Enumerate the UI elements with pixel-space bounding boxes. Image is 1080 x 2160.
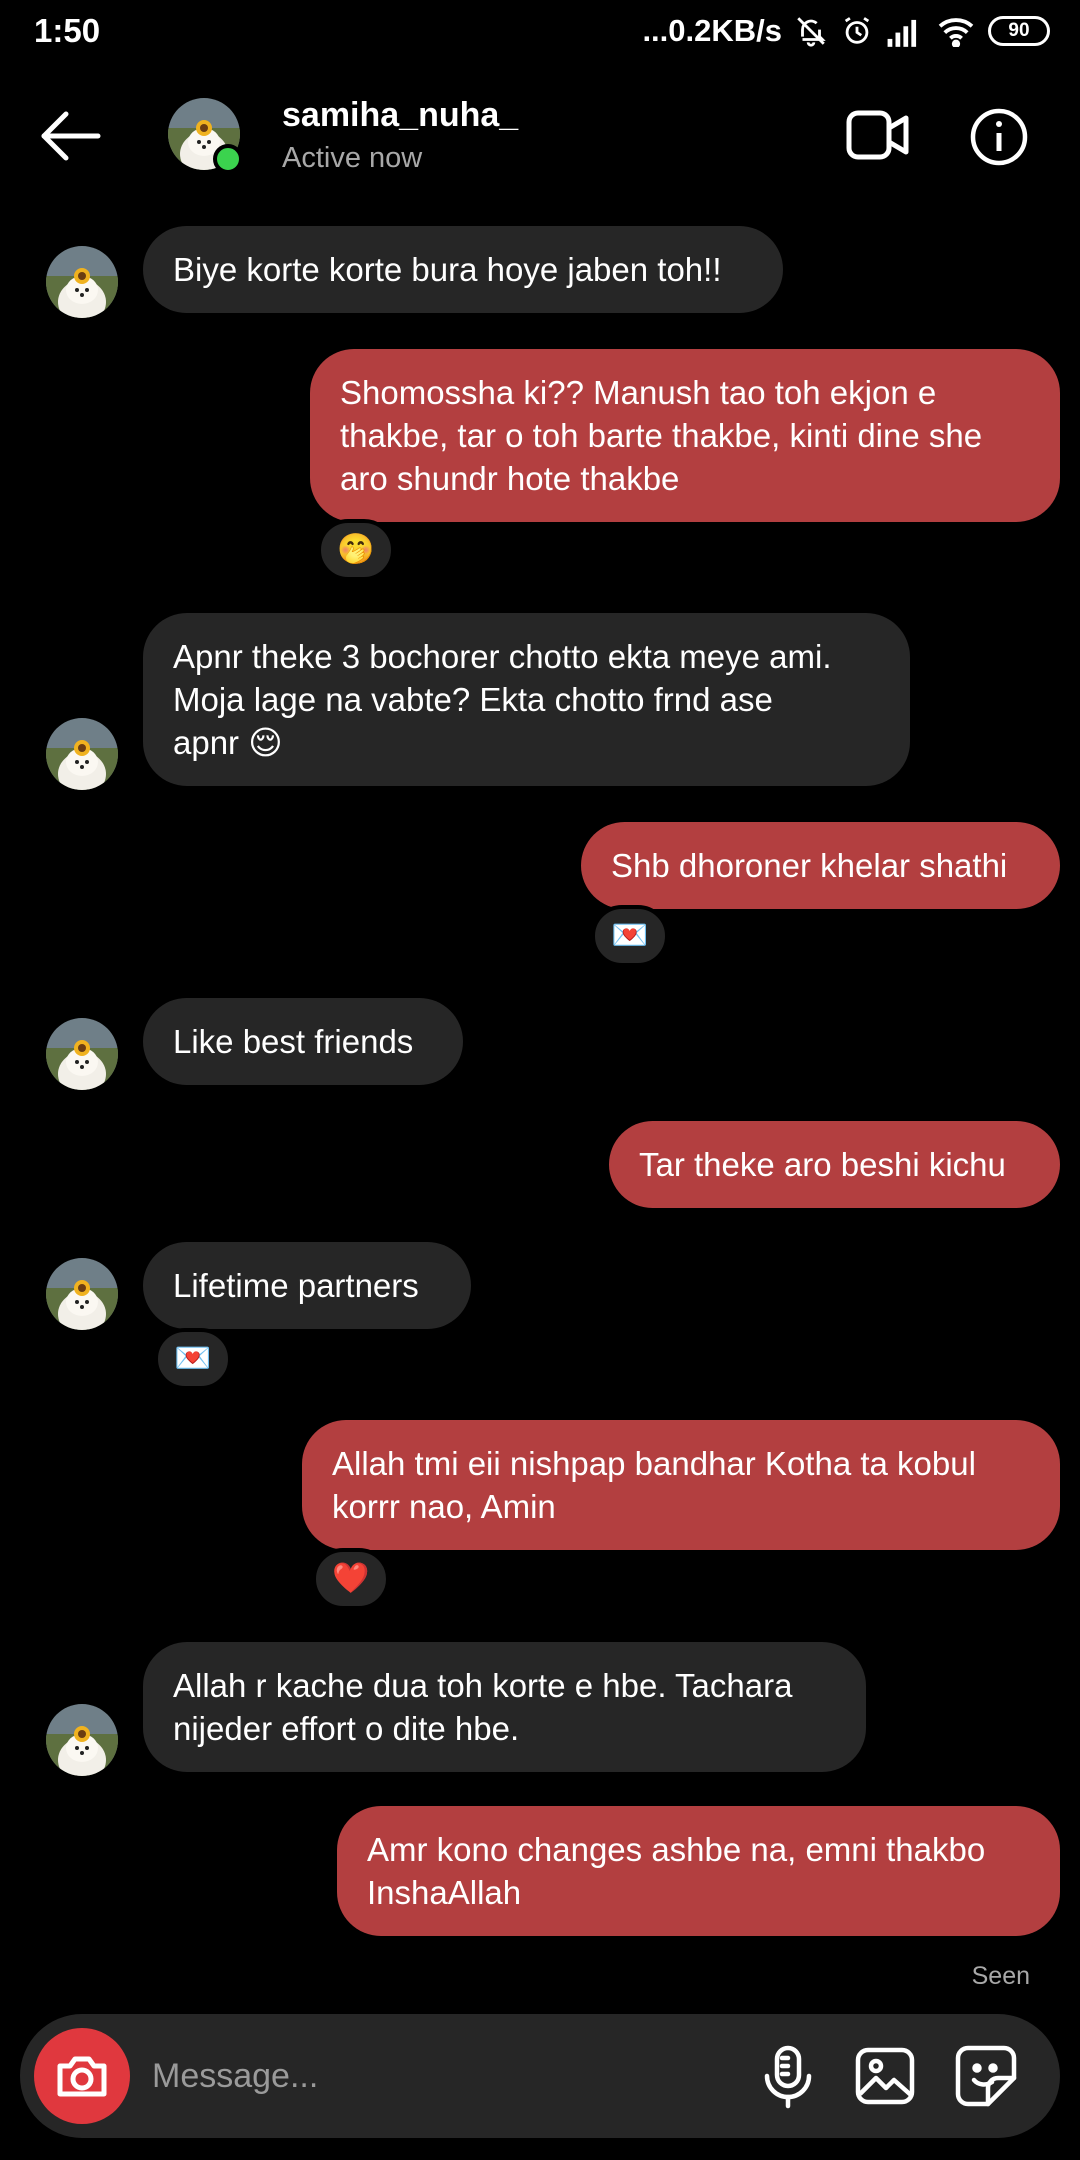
- message-reaction[interactable]: 💌: [591, 905, 669, 967]
- active-status: Active now: [282, 142, 423, 174]
- seen-receipt: Seen: [971, 1962, 1030, 1990]
- network-speed: ...0.2KB/s: [642, 13, 782, 48]
- sender-avatar[interactable]: [46, 718, 118, 790]
- message-text: apnr 😌: [173, 724, 283, 761]
- camera-button[interactable]: [34, 2028, 130, 2124]
- outgoing-message[interactable]: Shomossha ki?? Manush tao toh ekjon e th…: [310, 349, 1060, 522]
- microphone-icon[interactable]: [758, 2044, 818, 2110]
- message-reaction[interactable]: 🤭: [317, 519, 395, 581]
- sender-avatar[interactable]: [46, 1018, 118, 1090]
- battery-level: 90: [1008, 20, 1030, 41]
- contact-username[interactable]: samiha_nuha_: [282, 96, 518, 135]
- message-text: Allah tmi eii nishpap bandhar Kotha ta k…: [332, 1445, 976, 1482]
- video-call-icon[interactable]: [846, 109, 910, 161]
- message-text: korrr nao, Amin: [332, 1488, 556, 1525]
- online-indicator: [213, 144, 243, 174]
- message-text: Apnr theke 3 bochorer chotto ekta meye a…: [173, 638, 832, 675]
- reaction-emoji: ❤️: [332, 1562, 370, 1595]
- status-icons: ...0.2KB/s 90: [642, 10, 1050, 52]
- camera-icon: [57, 2056, 107, 2097]
- outgoing-message[interactable]: Allah tmi eii nishpap bandhar Kotha ta k…: [302, 1420, 1060, 1550]
- info-icon[interactable]: [970, 108, 1028, 166]
- message-input[interactable]: [152, 2044, 632, 2108]
- outgoing-message[interactable]: Amr kono changes ashbe na, emni thakbo I…: [337, 1806, 1060, 1936]
- battery-icon: 90: [988, 16, 1050, 46]
- message-text: Shb dhoroner khelar shathi: [611, 847, 1008, 884]
- reaction-emoji: 💌: [174, 1342, 212, 1375]
- outgoing-message[interactable]: Shb dhoroner khelar shathi: [581, 822, 1060, 909]
- mute-bell-icon: [794, 14, 828, 48]
- status-bar: 1:50 ...0.2KB/s 90: [0, 0, 1080, 62]
- message-text: Tar theke aro beshi kichu: [639, 1146, 1006, 1183]
- back-arrow-icon[interactable]: [38, 110, 104, 162]
- chat-header: samiha_nuha_ Active now: [0, 62, 1080, 212]
- sticker-icon[interactable]: [954, 2044, 1018, 2108]
- wifi-icon: [936, 15, 976, 47]
- reaction-emoji: 💌: [611, 919, 649, 952]
- reaction-emoji: 🤭: [337, 533, 375, 566]
- outgoing-message[interactable]: Tar theke aro beshi kichu: [609, 1121, 1060, 1208]
- sender-avatar[interactable]: [46, 246, 118, 318]
- message-text: Like best friends: [173, 1023, 414, 1060]
- incoming-message[interactable]: Apnr theke 3 bochorer chotto ekta meye a…: [143, 613, 910, 786]
- message-text: Shomossha ki?? Manush tao toh ekjon e: [340, 374, 937, 411]
- sender-avatar[interactable]: [46, 1258, 118, 1330]
- message-text: Amr kono changes ashbe na, emni thakbo: [367, 1831, 986, 1868]
- incoming-message[interactable]: Biye korte korte bura hoye jaben toh!!: [143, 226, 783, 313]
- incoming-message[interactable]: Lifetime partners: [143, 1242, 471, 1329]
- message-reaction[interactable]: ❤️: [312, 1548, 390, 1610]
- message-text: Moja lage na vabte? Ekta chotto frnd ase: [173, 681, 773, 718]
- message-text: InshaAllah: [367, 1874, 522, 1911]
- signal-icon: [886, 15, 924, 47]
- message-text: Lifetime partners: [173, 1267, 419, 1304]
- gallery-icon[interactable]: [854, 2046, 916, 2106]
- message-text: Allah r kache dua toh korte e hbe. Tacha…: [173, 1667, 793, 1704]
- message-text: nijeder effort o dite hbe.: [173, 1710, 520, 1747]
- sender-avatar[interactable]: [46, 1704, 118, 1776]
- message-reaction[interactable]: 💌: [154, 1328, 232, 1390]
- incoming-message[interactable]: Like best friends: [143, 998, 463, 1085]
- status-time: 1:50: [34, 12, 101, 49]
- message-text: Biye korte korte bura hoye jaben toh!!: [173, 251, 722, 288]
- message-text: aro shundr hote thakbe: [340, 460, 680, 497]
- alarm-icon: [840, 14, 874, 48]
- message-composer: [20, 2014, 1060, 2138]
- message-text: thakbe, tar o toh barte thakbe, kinti di…: [340, 417, 983, 454]
- incoming-message[interactable]: Allah r kache dua toh korte e hbe. Tacha…: [143, 1642, 866, 1772]
